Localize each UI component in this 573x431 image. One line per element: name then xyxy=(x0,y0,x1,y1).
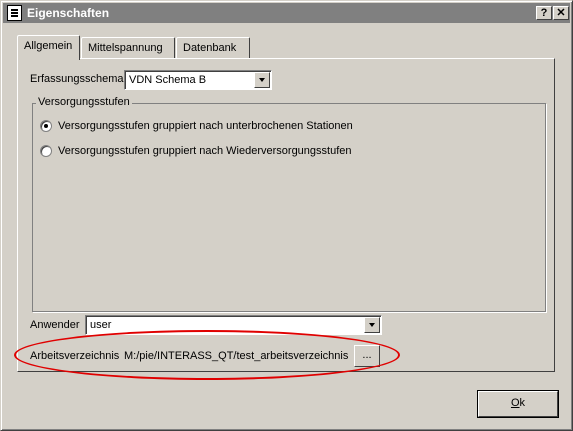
versorgungsstufen-group-label: Versorgungsstufen xyxy=(36,96,132,108)
tab-label: Mittelspannung xyxy=(88,42,163,54)
radio-unterbrochene-stationen-label[interactable]: Versorgungsstufen gruppiert nach unterbr… xyxy=(58,120,353,132)
tab-label: Allgemein xyxy=(24,40,73,52)
erfassungsschema-value: VDN Schema B xyxy=(129,74,207,86)
dropdown-button[interactable] xyxy=(254,72,270,88)
tab-mittelspannung[interactable]: Mittelspannung xyxy=(81,37,175,58)
erfassungsschema-select[interactable]: VDN Schema B xyxy=(124,70,272,90)
ok-button[interactable]: Ok xyxy=(477,390,559,418)
arbeitsverzeichnis-path: M:/pie/INTERASS_QT/test_arbeitsverzeichn… xyxy=(124,350,349,362)
browse-button[interactable]: ... xyxy=(354,345,380,367)
radio-wiederversorgungsstufen[interactable] xyxy=(40,145,52,157)
properties-dialog: Eigenschaften ? ✕ Allgemein Mittelspannu… xyxy=(0,0,573,431)
tab-datenbank[interactable]: Datenbank xyxy=(176,37,250,58)
anwender-select[interactable]: user xyxy=(85,315,382,335)
ok-button-label-rest: k xyxy=(519,397,526,409)
chevron-down-icon xyxy=(369,323,375,327)
radio-unterbrochene-stationen[interactable] xyxy=(40,120,52,132)
tab-allgemein[interactable]: Allgemein xyxy=(17,35,80,60)
app-icon xyxy=(7,5,22,21)
anwender-label: Anwender xyxy=(30,319,80,331)
title-bar[interactable]: Eigenschaften ? ✕ xyxy=(3,3,570,23)
arbeitsverzeichnis-label: Arbeitsverzeichnis xyxy=(30,350,120,362)
chevron-down-icon xyxy=(259,78,265,82)
help-button[interactable]: ? xyxy=(536,6,552,20)
tab-label: Datenbank xyxy=(183,42,237,54)
close-button[interactable]: ✕ xyxy=(553,6,569,20)
versorgungsstufen-group xyxy=(32,103,546,312)
radio-wiederversorgungsstufen-label[interactable]: Versorgungsstufen gruppiert nach Wiederv… xyxy=(58,145,352,157)
anwender-value: user xyxy=(90,319,112,331)
ok-button-hotkey: O xyxy=(510,397,520,409)
window-title: Eigenschaften xyxy=(27,6,110,20)
dropdown-button[interactable] xyxy=(364,317,380,333)
erfassungsschema-label: Erfassungsschema xyxy=(30,73,124,85)
